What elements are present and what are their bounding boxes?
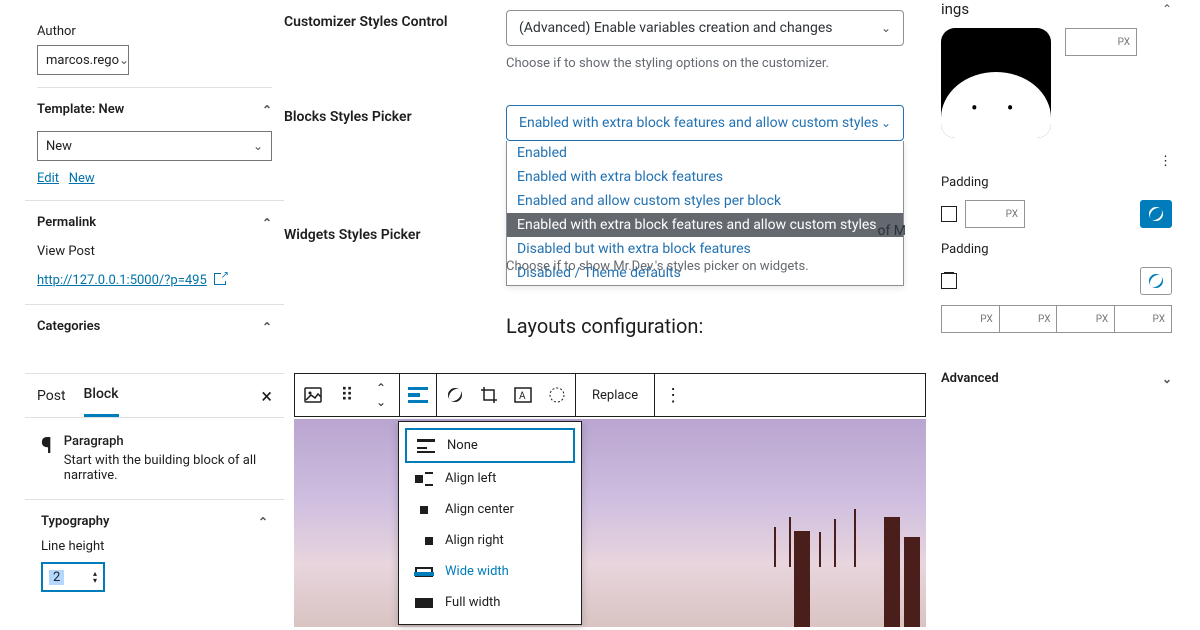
block-toolbar: ⌃⌄ A Replace ⋮: [294, 373, 926, 417]
chevron-down-icon: ⌄: [253, 139, 263, 153]
view-post-link[interactable]: View Post: [37, 244, 272, 259]
widgets-picker-label: Widgets Styles Picker: [284, 223, 506, 243]
chevron-up-icon: ⌃: [262, 216, 272, 230]
text-overlay-icon[interactable]: A: [511, 383, 535, 407]
align-center-icon: [415, 503, 433, 517]
link-values-button[interactable]: [1140, 200, 1172, 228]
template-new-link[interactable]: New: [69, 171, 95, 186]
external-link-icon: [214, 273, 226, 285]
document-sidebar: Author marcos.rego ⌄ Template: New ⌃ New…: [25, 0, 284, 348]
typography-toggle[interactable]: Typography ⌃: [41, 514, 268, 539]
overflow-text: of M: [506, 223, 926, 243]
tab-block[interactable]: Block: [84, 374, 119, 417]
replace-button[interactable]: Replace: [582, 388, 648, 403]
permalink-section-toggle[interactable]: Permalink ⌃: [37, 201, 272, 244]
chevron-down-icon: ⌄: [881, 21, 891, 35]
dd-option[interactable]: Enabled: [507, 141, 903, 165]
align-full[interactable]: Full width: [405, 587, 575, 618]
padding-left-input[interactable]: PX: [1114, 305, 1172, 333]
alignment-menu: None Align left Align center Align right…: [398, 421, 582, 625]
dd-option[interactable]: Enabled and allow custom styles per bloc…: [507, 189, 903, 213]
align-wide[interactable]: Wide width: [405, 556, 575, 587]
paragraph-icon: ¶: [41, 434, 52, 483]
line-height-input[interactable]: 2 ▴▾: [41, 562, 105, 592]
advanced-section-toggle[interactable]: Advanced ⌄: [941, 357, 1172, 400]
padding-top-input[interactable]: PX: [941, 305, 999, 333]
permalink-url[interactable]: http://127.0.0.1:5000/?p=495: [37, 273, 207, 288]
align-none-icon: [417, 439, 435, 453]
chevron-up-icon: ⌃: [262, 103, 272, 117]
block-settings-panel: Post Block × ¶ Paragraph Start with the …: [25, 373, 284, 606]
padding-label-2: Padding: [941, 242, 1172, 257]
layouts-heading: Layouts configuration:: [506, 314, 926, 338]
tab-post[interactable]: Post: [37, 376, 66, 416]
size-input[interactable]: PX: [1065, 28, 1137, 56]
drag-handle-icon[interactable]: [335, 383, 359, 407]
block-editor: ⌃⌄ A Replace ⋮: [294, 373, 926, 627]
blocks-picker-select[interactable]: Enabled with extra block features and al…: [506, 105, 904, 141]
customizer-help: Choose if to show the styling options on…: [506, 56, 926, 71]
align-left-icon: [415, 472, 433, 486]
unlink-values-button[interactable]: [1140, 267, 1172, 295]
close-icon[interactable]: ×: [261, 384, 272, 408]
image-block-icon[interactable]: [301, 383, 325, 407]
dd-option[interactable]: Enabled with extra block features: [507, 165, 903, 189]
author-field: Author marcos.rego ⌄: [37, 0, 272, 88]
customizer-label: Customizer Styles Control: [284, 10, 506, 71]
block-description: Start with the building block of all nar…: [64, 453, 268, 483]
block-title: Paragraph: [64, 434, 268, 449]
template-select[interactable]: New ⌄: [37, 131, 272, 161]
link-icon: [1146, 271, 1166, 291]
settings-form: Customizer Styles Control (Advanced) Ena…: [284, 0, 926, 151]
stepper-icon[interactable]: ▴▾: [93, 570, 97, 584]
align-wide-icon: [415, 567, 433, 577]
template-edit-link[interactable]: Edit: [37, 171, 59, 186]
author-label: Author: [37, 24, 272, 39]
insert-link-icon[interactable]: [443, 383, 467, 407]
template-section-toggle[interactable]: Template: New ⌃: [37, 88, 272, 131]
categories-section-toggle[interactable]: Categories ⌃: [37, 305, 272, 348]
chevron-down-icon: ⌄: [119, 53, 129, 67]
padding-bottom-input[interactable]: PX: [1056, 305, 1114, 333]
chevron-up-icon: ⌃: [262, 320, 272, 334]
more-options-icon[interactable]: ⋮: [661, 383, 685, 407]
chevron-down-icon: ⌄: [881, 116, 891, 130]
chevron-up-icon: ⌃: [258, 515, 268, 529]
crop-icon[interactable]: [477, 383, 501, 407]
author-select[interactable]: marcos.rego ⌄: [37, 45, 129, 75]
link-icon: [1146, 204, 1166, 224]
move-chevron-icon[interactable]: ⌃⌄: [369, 383, 393, 407]
chevron-up-icon[interactable]: ⌃: [1162, 2, 1172, 16]
settings-heading: ings: [941, 0, 969, 18]
align-left[interactable]: Align left: [405, 463, 575, 494]
blocks-picker-label: Blocks Styles Picker: [284, 105, 506, 141]
box-model-top-icon: [941, 273, 957, 289]
align-button[interactable]: [406, 383, 430, 407]
align-full-icon: [415, 598, 433, 608]
block-inspector: ings ⌃ PX ⋮ Padding PX Padding PX PX PX …: [927, 0, 1186, 410]
widgets-help: Choose if to show Mr.Dev.'s styles picke…: [506, 259, 926, 274]
avatar-image: [941, 28, 1051, 138]
align-none[interactable]: None: [405, 428, 575, 463]
padding-sides-inputs: PX PX PX PX: [941, 305, 1172, 333]
svg-text:A: A: [519, 391, 526, 402]
duotone-icon[interactable]: [545, 383, 569, 407]
box-model-icon: [941, 206, 957, 222]
more-icon[interactable]: ⋮: [1159, 154, 1172, 169]
align-right[interactable]: Align right: [405, 525, 575, 556]
line-height-label: Line height: [41, 539, 268, 554]
padding-right-input[interactable]: PX: [999, 305, 1057, 333]
align-right-icon: [415, 534, 433, 548]
image-canvas[interactable]: [294, 419, 926, 627]
chevron-down-icon: ⌄: [1162, 372, 1172, 386]
padding-input[interactable]: PX: [965, 200, 1025, 228]
customizer-select[interactable]: (Advanced) Enable variables creation and…: [506, 10, 904, 46]
padding-label: Padding: [941, 175, 1172, 190]
align-center[interactable]: Align center: [405, 494, 575, 525]
